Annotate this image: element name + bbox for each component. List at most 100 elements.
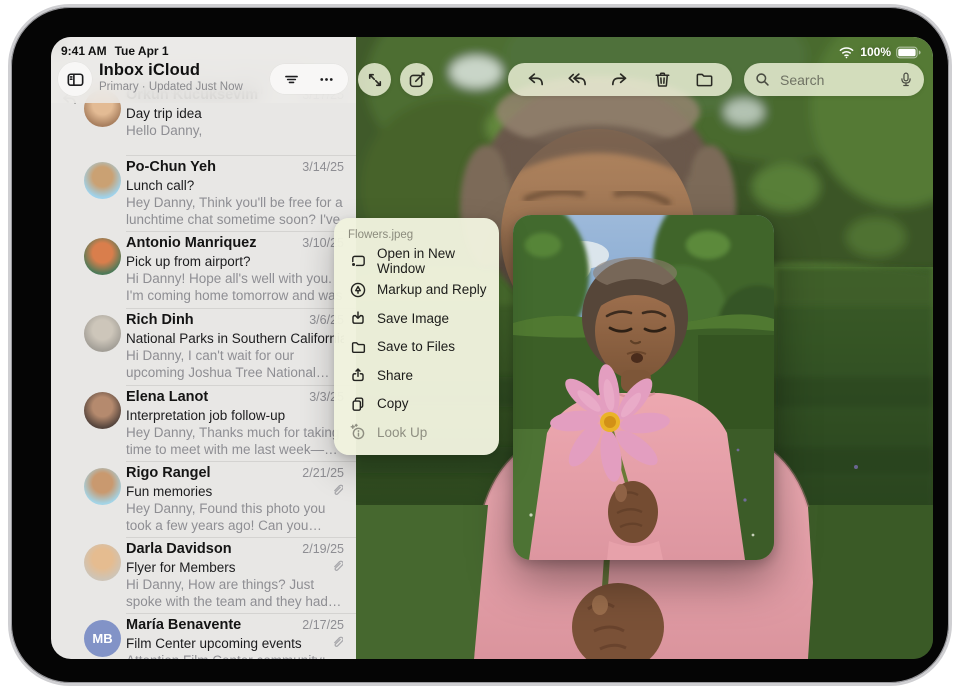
ipad-device-frame: Mr. Rico, Nice to meet you for yesterday… [8, 4, 952, 686]
folder-icon [694, 69, 715, 90]
trash-icon [652, 69, 673, 90]
avatar [84, 238, 121, 275]
status-time: 9:41 AM [61, 44, 107, 58]
filter-icon [282, 70, 301, 89]
menu-item-share[interactable]: Share [334, 361, 499, 390]
email-preview: Hey Danny, Think you'll be free for a lu… [126, 194, 344, 229]
menu-item-save-image[interactable]: Save Image [334, 304, 499, 333]
menu-item-open-in-new-window[interactable]: Open in New Window [334, 247, 499, 276]
sender-name: Elena Lanot [126, 389, 284, 407]
menu-item-label: Look Up [377, 425, 427, 440]
email-row[interactable]: Darla Davidson Flyer for Members Hi Dann… [51, 541, 356, 610]
sender-name: Darla Davidson [126, 541, 284, 559]
menu-item-copy[interactable]: Copy [334, 390, 499, 419]
menu-item-save-to-files[interactable]: Save to Files [334, 333, 499, 362]
image-context-menu: Flowers.jpeg Open in New Window Markup a… [334, 218, 499, 455]
attachment-paperclip-icon [332, 636, 343, 648]
email-preview: Attention Film Center community: We [126, 652, 344, 659]
avatar [84, 392, 121, 429]
row-separator [126, 155, 356, 156]
forward-button[interactable] [605, 65, 635, 95]
menu-item-label: Share [377, 368, 413, 383]
reply-all-icon [567, 69, 588, 90]
avatar [84, 315, 121, 352]
compose-icon [407, 70, 427, 90]
sender-name: Rich Dinh [126, 312, 276, 330]
search-icon [754, 71, 771, 88]
email-preview: Hi Danny, How are things? Just spoke wit… [126, 576, 344, 611]
email-subject: National Parks in Southern California [126, 330, 344, 347]
copy-icon [348, 394, 367, 413]
email-date: 3/14/25 [302, 160, 344, 174]
sidebar-toggle-button[interactable] [58, 62, 92, 96]
row-separator [126, 461, 356, 462]
screenshot-canvas: { "status": { "time": "9:41 AM", "date":… [0, 0, 960, 690]
mail-list-pane: Mr. Rico, Nice to meet you for yesterday… [51, 37, 356, 659]
menu-item-markup-and-reply[interactable]: Markup and Reply [334, 276, 499, 305]
menu-item-label: Copy [377, 396, 409, 411]
email-subject: Pick up from airport? [126, 253, 344, 270]
menu-item-label: Open in New Window [377, 246, 489, 276]
look-up-icon [348, 423, 367, 442]
attachment-paperclip-icon [332, 560, 343, 572]
avatar: MB [84, 620, 121, 657]
mailbox-subtitle: Primary · Updated Just Now [99, 81, 243, 93]
mic-icon [898, 71, 914, 89]
save-image-icon [348, 309, 367, 328]
sidebar-toggle-icon [65, 69, 86, 90]
battery-percent: 100% [860, 45, 891, 59]
email-subject: Fun memories [126, 483, 344, 500]
menu-item-label: Save Image [377, 311, 449, 326]
row-separator [126, 613, 356, 614]
status-bar-right: 100% [838, 45, 921, 59]
email-row[interactable]: Rich Dinh National Parks in Southern Cal… [51, 312, 356, 381]
email-preview: Hey Danny, Found this photo you took a f… [126, 500, 344, 535]
avatar [84, 468, 121, 505]
avatar-monogram: MB [92, 631, 112, 646]
email-row[interactable]: Rigo Rangel Fun memories Hey Danny, Foun… [51, 465, 356, 534]
email-date: 2/21/25 [302, 466, 344, 480]
status-bar-left: 9:41 AM Tue Apr 1 [61, 44, 169, 58]
forward-icon [609, 69, 630, 90]
reply-all-button[interactable] [563, 65, 593, 95]
more-button[interactable] [313, 66, 339, 92]
email-subject: Lunch call? [126, 177, 344, 194]
markup-icon [348, 280, 367, 299]
avatar [84, 544, 121, 581]
row-separator [126, 385, 356, 386]
menu-item-label: Markup and Reply [377, 282, 487, 297]
email-row[interactable]: Elena Lanot Interpretation job follow-up… [51, 389, 356, 458]
message-toolbar [356, 63, 933, 97]
more-icon [317, 70, 336, 89]
email-row[interactable]: MB María Benavente Film Center upcoming … [51, 617, 356, 659]
email-subject: Interpretation job follow-up [126, 407, 344, 424]
expand-button[interactable] [358, 63, 391, 96]
email-subject: Film Center upcoming events [126, 635, 344, 652]
search-field[interactable] [744, 63, 924, 96]
move-to-folder-button[interactable] [690, 65, 720, 95]
menu-item-look-up[interactable]: Look Up [334, 418, 499, 447]
row-separator [126, 537, 356, 538]
mailbox-actions [270, 64, 348, 94]
image-preview-card[interactable] [513, 215, 774, 560]
row-separator [126, 231, 356, 232]
wifi-icon [838, 46, 855, 59]
email-row[interactable]: Antonio Manriquez Pick up from airport? … [51, 235, 356, 304]
filter-button[interactable] [279, 66, 305, 92]
compose-button[interactable] [400, 63, 433, 96]
email-date: 2/19/25 [302, 542, 344, 556]
mailbox-title: Inbox iCloud [99, 61, 243, 80]
menu-item-label: Save to Files [377, 339, 455, 354]
email-row[interactable]: Po-Chun Yeh Lunch call? Hey Danny, Think… [51, 159, 356, 228]
email-preview: Hey Danny, Thanks much for taking time t… [126, 424, 344, 459]
reply-button[interactable] [520, 65, 550, 95]
email-subject: Flyer for Members [126, 559, 344, 576]
status-date: Tue Apr 1 [115, 44, 169, 58]
search-input[interactable] [778, 71, 891, 89]
email-preview: Hello Danny, [126, 122, 344, 139]
context-menu-title: Flowers.jpeg [334, 229, 499, 247]
row-separator [126, 308, 356, 309]
reply-icon [525, 69, 546, 90]
avatar [84, 162, 121, 199]
trash-button[interactable] [647, 65, 677, 95]
